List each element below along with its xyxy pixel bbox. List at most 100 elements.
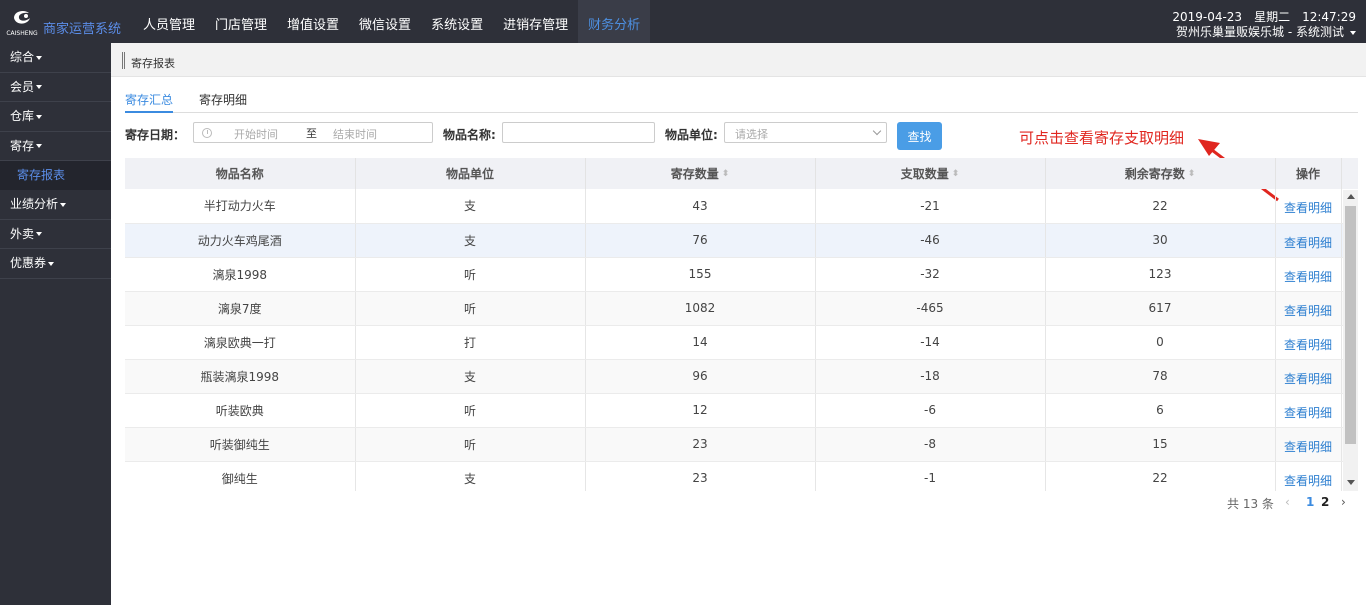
view-detail-link[interactable]: 查看明细 xyxy=(1284,474,1332,488)
col-header-op: 操作 xyxy=(1275,158,1342,189)
cell-withdrawn: -8 xyxy=(815,427,1046,462)
nav-item-system[interactable]: 系统设置 xyxy=(421,0,493,43)
nav-item-wechat[interactable]: 微信设置 xyxy=(349,0,421,43)
sidebar-item-deposit-report[interactable]: 寄存报表 xyxy=(0,161,111,190)
weekday-text: 星期二 xyxy=(1254,10,1291,24)
sort-icon[interactable]: ⬍ xyxy=(952,170,960,179)
unit-select[interactable]: 请选择 xyxy=(724,122,887,143)
nav-item-stores[interactable]: 门店管理 xyxy=(205,0,277,43)
sidebar-item-label: 业绩分析 xyxy=(10,197,59,211)
caret-down-icon xyxy=(36,114,43,119)
sidebar-item-warehouse[interactable]: 仓库 xyxy=(0,102,111,132)
sidebar-item-deposit[interactable]: 寄存 xyxy=(0,132,111,161)
col-header-label: 剩余寄存数 xyxy=(1124,167,1185,181)
cell-stored: 14 xyxy=(585,325,816,360)
tab-summary[interactable]: 寄存汇总 xyxy=(125,91,174,113)
nav-item-value-added[interactable]: 增值设置 xyxy=(277,0,349,43)
cell-unit: 听 xyxy=(355,393,586,428)
view-detail-link[interactable]: 查看明细 xyxy=(1284,406,1332,420)
search-button[interactable]: 查找 xyxy=(897,122,942,150)
cell-stored: 1082 xyxy=(585,291,816,326)
view-detail-link[interactable]: 查看明细 xyxy=(1284,236,1332,250)
end-date-input[interactable]: 结束时间 xyxy=(333,126,377,142)
cell-remaining: 15 xyxy=(1045,427,1276,462)
top-bar: CAISHENG 商家运营系统 人员管理 门店管理 增值设置 微信设置 系统设置… xyxy=(0,0,1366,43)
table-row: 动力火车鸡尾酒支 76 -46 30 查看明细 xyxy=(125,223,1358,258)
store-selector[interactable]: 贺州乐巢量贩娱乐城 - 系统测试 xyxy=(1160,25,1356,40)
cell-unit: 打 xyxy=(355,325,586,360)
col-header-remaining[interactable]: 剩余寄存数 ⬍ xyxy=(1045,158,1276,189)
table-row: 听装欧典听 12 -6 6 查看明细 xyxy=(125,393,1358,428)
view-detail-link[interactable]: 查看明细 xyxy=(1284,440,1332,454)
table-row: 御纯生支 23 -1 22 查看明细 xyxy=(125,461,1358,491)
col-header-stored[interactable]: 寄存数量 ⬍ xyxy=(585,158,816,189)
nav-item-staff[interactable]: 人员管理 xyxy=(133,0,205,43)
view-detail-link[interactable]: 查看明细 xyxy=(1284,304,1332,318)
cell-remaining: 123 xyxy=(1045,257,1276,292)
date-label: 寄存日期： xyxy=(125,128,186,142)
sidebar-item-overview[interactable]: 综合 xyxy=(0,43,111,73)
table-body: 半打动力火车支 43 -21 22 查看明细 动力火车鸡尾酒支 76 -46 30 查看明细 漓泉1… xyxy=(125,189,1358,491)
col-header-label: 物品单位 xyxy=(445,167,494,181)
cell-unit: 支 xyxy=(355,223,586,258)
table-scrollbar[interactable] xyxy=(1343,190,1358,491)
sidebar-item-coupons[interactable]: 优惠券 xyxy=(0,249,111,279)
col-header-unit: 物品单位 xyxy=(355,158,586,189)
pagination-prev[interactable]: ‹ xyxy=(1285,495,1290,509)
table-row: 漓泉欧典一打打 14 -14 0 查看明细 xyxy=(125,325,1358,360)
table-row: 半打动力火车支 43 -21 22 查看明细 xyxy=(125,189,1358,224)
caret-down-icon xyxy=(36,55,43,60)
cell-name: 漓泉1998 xyxy=(125,257,356,292)
nav-item-inventory[interactable]: 进销存管理 xyxy=(493,0,578,43)
col-header-label: 物品名称 xyxy=(215,167,264,181)
view-detail-link[interactable]: 查看明细 xyxy=(1284,201,1332,215)
view-detail-link[interactable]: 查看明细 xyxy=(1284,270,1332,284)
app-logo[interactable]: CAISHENG xyxy=(6,6,38,38)
chevron-down-icon xyxy=(872,126,882,136)
sidebar-item-performance[interactable]: 业绩分析 xyxy=(0,190,111,220)
cell-remaining: 78 xyxy=(1045,359,1276,394)
sidebar: 综合 会员 仓库 寄存 寄存报表 业绩分析 外卖 优惠券 xyxy=(0,43,111,605)
pagination-next[interactable]: › xyxy=(1341,495,1346,509)
scroll-up-icon[interactable] xyxy=(1347,194,1355,199)
sidebar-item-takeout[interactable]: 外卖 xyxy=(0,220,111,249)
cell-stored: 155 xyxy=(585,257,816,292)
tab-detail[interactable]: 寄存明细 xyxy=(199,91,247,113)
cell-withdrawn: -14 xyxy=(815,325,1046,360)
table-row: 听装御纯生听 23 -8 15 查看明细 xyxy=(125,427,1358,462)
pagination-page-1[interactable]: 1 xyxy=(1306,495,1314,509)
breadcrumb: 寄存报表 xyxy=(111,43,1366,77)
cell-withdrawn: -32 xyxy=(815,257,1046,292)
brand-title: 商家运营系统 xyxy=(43,22,122,37)
start-date-input[interactable]: 开始时间 xyxy=(234,126,278,142)
pagination-page-2[interactable]: 2 xyxy=(1321,495,1329,509)
item-name-input[interactable] xyxy=(502,122,655,143)
time-text: 12:47:29 xyxy=(1302,10,1356,24)
sort-icon[interactable]: ⬍ xyxy=(1188,170,1196,179)
date-range-picker[interactable]: 开始时间 至 结束时间 xyxy=(193,122,433,143)
scroll-thumb[interactable] xyxy=(1345,206,1356,444)
cell-name: 听装御纯生 xyxy=(125,427,356,462)
date-text: 2019-04-23 xyxy=(1172,10,1243,24)
cell-op: 查看明细 xyxy=(1275,461,1342,491)
pagination-total: 共 13 条 xyxy=(1227,497,1274,511)
view-detail-link[interactable]: 查看明细 xyxy=(1284,372,1332,386)
view-detail-link[interactable]: 查看明细 xyxy=(1284,338,1332,352)
cell-withdrawn: -18 xyxy=(815,359,1046,394)
col-header-withdrawn[interactable]: 支取数量 ⬍ xyxy=(815,158,1046,189)
sidebar-item-label: 外卖 xyxy=(10,226,35,241)
nav-item-finance[interactable]: 财务分析 xyxy=(578,0,651,43)
cell-stored: 96 xyxy=(585,359,816,394)
date-separator: 至 xyxy=(306,127,317,140)
col-header-name: 物品名称 xyxy=(125,158,356,189)
cell-withdrawn: -465 xyxy=(815,291,1046,326)
cell-withdrawn: -6 xyxy=(815,393,1046,428)
name-label: 物品名称: xyxy=(443,128,496,142)
sidebar-item-label: 仓库 xyxy=(10,109,35,123)
caret-down-icon xyxy=(60,202,67,207)
sidebar-item-members[interactable]: 会员 xyxy=(0,73,111,102)
cell-remaining: 617 xyxy=(1045,291,1276,326)
scroll-down-icon[interactable] xyxy=(1347,480,1355,485)
logo-icon xyxy=(14,10,30,24)
sort-icon[interactable]: ⬍ xyxy=(722,170,730,179)
